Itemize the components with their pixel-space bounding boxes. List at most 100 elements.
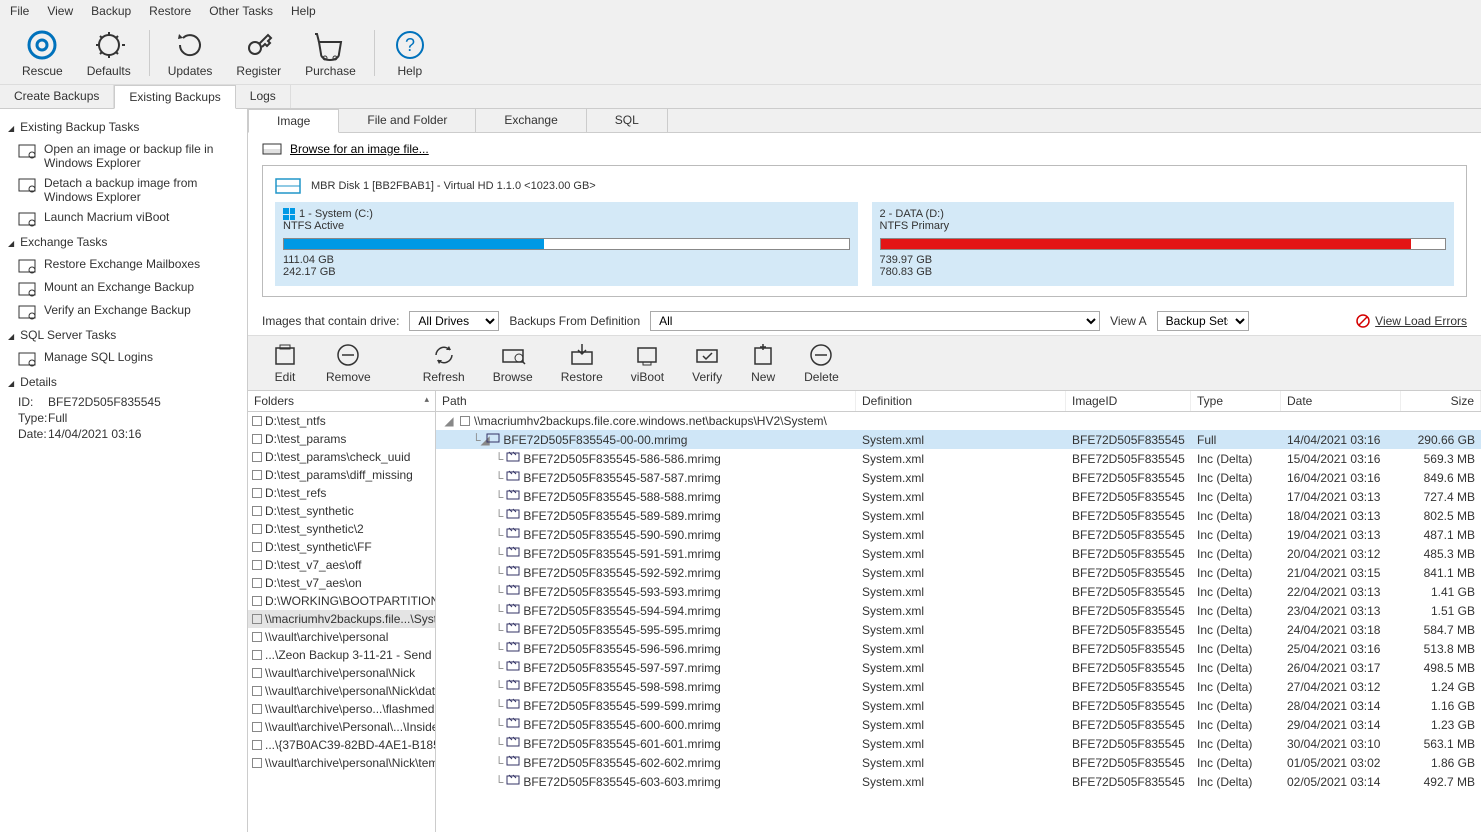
- sidebar-task-1-1[interactable]: Mount an Exchange Backup: [8, 277, 239, 300]
- col-path[interactable]: Path: [436, 391, 856, 411]
- partition-0[interactable]: 1 - System (C:)NTFS Active111.04 GB242.1…: [275, 202, 858, 286]
- sidebar-task-0-0[interactable]: Open an image or backup file in Windows …: [8, 139, 239, 173]
- checkbox-icon[interactable]: [252, 614, 262, 624]
- col-imageid[interactable]: ImageID: [1066, 391, 1191, 411]
- backup-row[interactable]: └ BFE72D505F835545-588-588.mrimgSystem.x…: [436, 487, 1481, 506]
- folder-item[interactable]: ...\Zeon Backup 3-11-21 - Send to: [248, 646, 435, 664]
- col-date[interactable]: Date: [1281, 391, 1401, 411]
- tab-create-backups[interactable]: Create Backups: [0, 85, 114, 108]
- backup-row[interactable]: └ BFE72D505F835545-603-603.mrimgSystem.x…: [436, 772, 1481, 791]
- folder-item[interactable]: \\vault\archive\personal\Nick\tem: [248, 754, 435, 772]
- checkbox-icon[interactable]: [252, 632, 262, 642]
- checkbox-icon[interactable]: [252, 524, 262, 534]
- view-load-errors-link[interactable]: View Load Errors: [1355, 313, 1467, 329]
- backup-row[interactable]: └ BFE72D505F835545-597-597.mrimgSystem.x…: [436, 658, 1481, 677]
- sidebar-group-2[interactable]: SQL Server Tasks: [8, 323, 239, 347]
- subtab-exchange[interactable]: Exchange: [476, 109, 586, 132]
- checkbox-icon[interactable]: [252, 740, 262, 750]
- checkbox-icon[interactable]: [252, 578, 262, 588]
- folder-item[interactable]: \\macriumhv2backups.file...\System: [248, 610, 435, 628]
- folder-item[interactable]: D:\test_params\check_uuid: [248, 448, 435, 466]
- checkbox-icon[interactable]: [252, 488, 262, 498]
- backup-row[interactable]: └ BFE72D505F835545-590-590.mrimgSystem.x…: [436, 525, 1481, 544]
- drive-select[interactable]: All Drives: [409, 311, 499, 331]
- menu-help[interactable]: Help: [291, 4, 316, 18]
- rescue-button[interactable]: Rescue: [10, 26, 75, 80]
- backup-row[interactable]: └ BFE72D505F835545-595-595.mrimgSystem.x…: [436, 620, 1481, 639]
- edit-action[interactable]: Edit: [258, 340, 312, 386]
- browse-image-link[interactable]: Browse for an image file...: [290, 142, 429, 156]
- checkbox-icon[interactable]: [252, 650, 262, 660]
- backup-row[interactable]: └ BFE72D505F835545-587-587.mrimgSystem.x…: [436, 468, 1481, 487]
- checkbox-icon[interactable]: [252, 596, 262, 606]
- folder-item[interactable]: \\vault\archive\personal: [248, 628, 435, 646]
- sidebar-group-0[interactable]: Existing Backup Tasks: [8, 115, 239, 139]
- defaults-button[interactable]: Defaults: [75, 26, 143, 80]
- backup-row[interactable]: └ BFE72D505F835545-596-596.mrimgSystem.x…: [436, 639, 1481, 658]
- backup-row[interactable]: └ BFE72D505F835545-601-601.mrimgSystem.x…: [436, 734, 1481, 753]
- checkbox-icon[interactable]: [252, 434, 262, 444]
- checkbox-icon[interactable]: [252, 686, 262, 696]
- subtab-sql[interactable]: SQL: [587, 109, 668, 132]
- checkbox-icon[interactable]: [252, 452, 262, 462]
- menu-other-tasks[interactable]: Other Tasks: [209, 4, 273, 18]
- restore-action[interactable]: Restore: [547, 340, 617, 386]
- folder-item[interactable]: \\vault\archive\perso...\flashmedia: [248, 700, 435, 718]
- menu-backup[interactable]: Backup: [91, 4, 131, 18]
- partition-1[interactable]: 2 - DATA (D:)NTFS Primary739.97 GB780.83…: [872, 202, 1455, 286]
- checkbox-icon[interactable]: [252, 722, 262, 732]
- sidebar-task-2-0[interactable]: Manage SQL Logins: [8, 347, 239, 370]
- folder-item[interactable]: D:\test_params: [248, 430, 435, 448]
- folder-item[interactable]: D:\test_synthetic: [248, 502, 435, 520]
- subtab-image[interactable]: Image: [248, 109, 339, 133]
- sidebar-group-3[interactable]: Details: [8, 370, 239, 394]
- backup-row[interactable]: └ BFE72D505F835545-602-602.mrimgSystem.x…: [436, 753, 1481, 772]
- delete-action[interactable]: Delete: [790, 340, 853, 386]
- menu-file[interactable]: File: [10, 4, 29, 18]
- checkbox-icon[interactable]: [252, 560, 262, 570]
- folder-item[interactable]: \\vault\archive\personal\Nick\data: [248, 682, 435, 700]
- sidebar-group-1[interactable]: Exchange Tasks: [8, 230, 239, 254]
- verify-action[interactable]: Verify: [678, 340, 736, 386]
- checkbox-icon[interactable]: [460, 416, 470, 426]
- backup-row[interactable]: └ BFE72D505F835545-599-599.mrimgSystem.x…: [436, 696, 1481, 715]
- folder-item[interactable]: \\vault\archive\personal\Nick: [248, 664, 435, 682]
- viboot-action[interactable]: viBoot: [617, 340, 678, 386]
- col-definition[interactable]: Definition: [856, 391, 1066, 411]
- sidebar-task-1-2[interactable]: Verify an Exchange Backup: [8, 300, 239, 323]
- backup-row[interactable]: └ BFE72D505F835545-598-598.mrimgSystem.x…: [436, 677, 1481, 696]
- definition-select[interactable]: All: [650, 311, 1100, 331]
- folder-item[interactable]: D:\test_refs: [248, 484, 435, 502]
- checkbox-icon[interactable]: [252, 668, 262, 678]
- new-action[interactable]: New: [736, 340, 790, 386]
- help-button[interactable]: ?Help: [381, 26, 439, 80]
- sidebar-task-0-2[interactable]: Launch Macrium viBoot: [8, 207, 239, 230]
- backup-row[interactable]: └ BFE72D505F835545-591-591.mrimgSystem.x…: [436, 544, 1481, 563]
- tab-logs[interactable]: Logs: [236, 85, 291, 108]
- folder-item[interactable]: D:\test_v7_aes\off: [248, 556, 435, 574]
- checkbox-icon[interactable]: [252, 542, 262, 552]
- sidebar-task-0-1[interactable]: Detach a backup image from Windows Explo…: [8, 173, 239, 207]
- backup-row[interactable]: └ BFE72D505F835545-593-593.mrimgSystem.x…: [436, 582, 1481, 601]
- folders-header[interactable]: Folders: [248, 391, 435, 412]
- folder-item[interactable]: \\vault\archive\Personal\...\Inside: [248, 718, 435, 736]
- backup-row[interactable]: └ BFE72D505F835545-586-586.mrimgSystem.x…: [436, 449, 1481, 468]
- grid-root-row[interactable]: ◢ \\macriumhv2backups.file.core.windows.…: [436, 412, 1481, 430]
- col-size[interactable]: Size: [1401, 391, 1481, 411]
- remove-action[interactable]: Remove: [312, 340, 385, 386]
- folder-item[interactable]: D:\test_ntfs: [248, 412, 435, 430]
- folder-item[interactable]: D:\test_synthetic\2: [248, 520, 435, 538]
- refresh-action[interactable]: Refresh: [409, 340, 479, 386]
- folder-item[interactable]: D:\test_params\diff_missing: [248, 466, 435, 484]
- folder-item[interactable]: D:\test_synthetic\FF: [248, 538, 435, 556]
- folder-item[interactable]: ...\{37B0AC39-82BD-4AE1-B185-7: [248, 736, 435, 754]
- checkbox-icon[interactable]: [252, 704, 262, 714]
- folder-item[interactable]: D:\WORKING\BOOTPARTITIONS: [248, 592, 435, 610]
- checkbox-icon[interactable]: [252, 758, 262, 768]
- backup-row[interactable]: └ BFE72D505F835545-594-594.mrimgSystem.x…: [436, 601, 1481, 620]
- menu-view[interactable]: View: [47, 4, 73, 18]
- register-button[interactable]: Register: [224, 26, 293, 80]
- view-select[interactable]: Backup Sets: [1157, 311, 1249, 331]
- updates-button[interactable]: Updates: [156, 26, 225, 80]
- browse-action[interactable]: Browse: [479, 340, 547, 386]
